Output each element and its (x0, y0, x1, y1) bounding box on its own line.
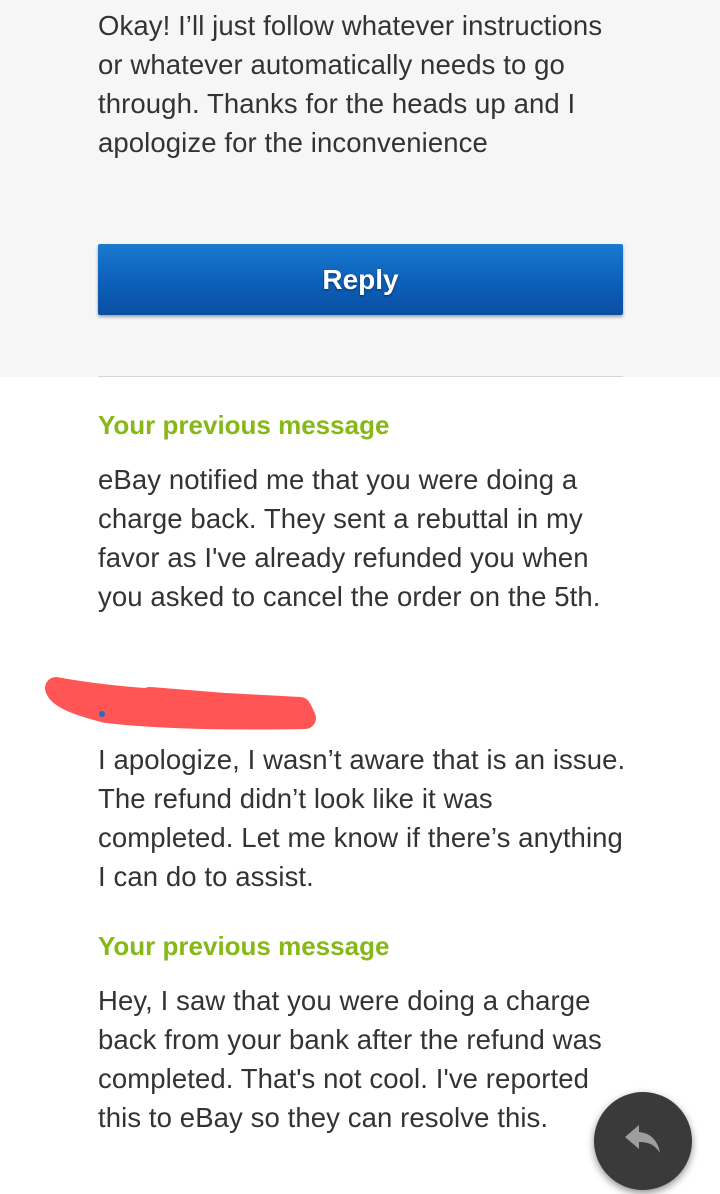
received-message-text: I apologize, I wasn’t aware that is an i… (98, 744, 626, 892)
redaction-scribble (45, 677, 316, 730)
previous-message-text: Hey, I saw that you were doing a charge … (98, 985, 602, 1133)
previous-message-label: Your previous message (98, 931, 390, 961)
reply-fab[interactable] (594, 1092, 692, 1190)
reply-arrow-icon (625, 1124, 661, 1158)
message-thread: Okay! I’ll just follow whatever instruct… (0, 0, 720, 1194)
